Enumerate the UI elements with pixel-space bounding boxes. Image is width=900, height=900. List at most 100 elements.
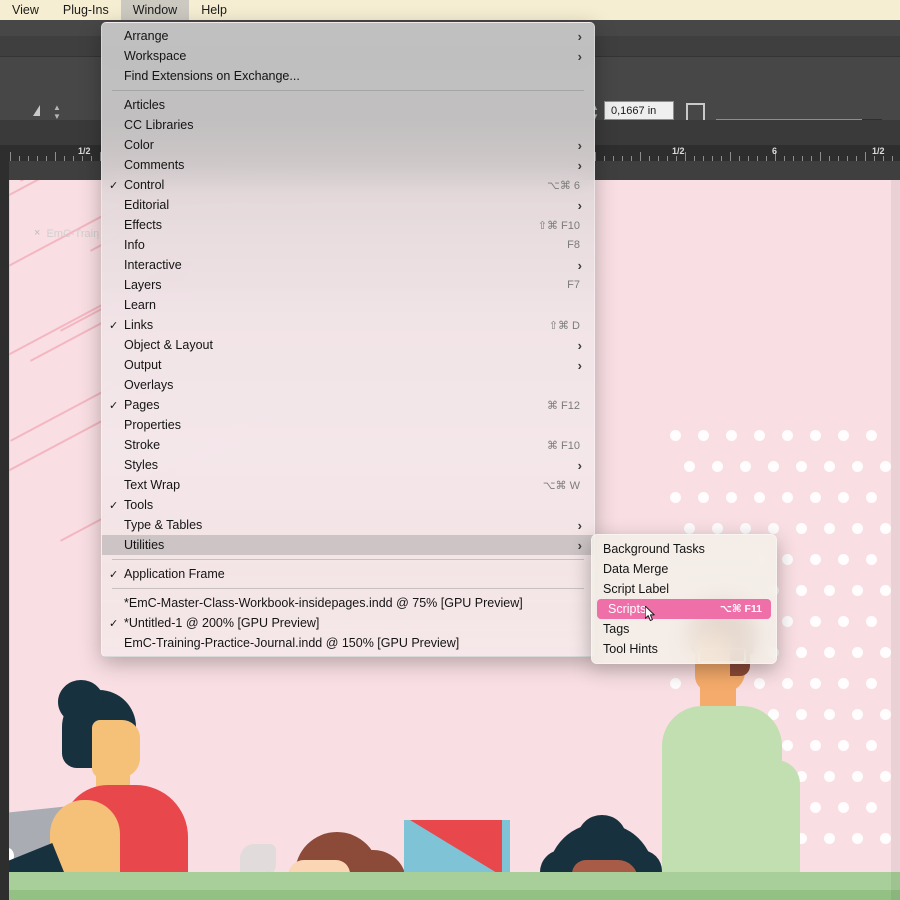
menu-item-output[interactable]: Output › [102,355,594,375]
pattern-dot [810,678,821,689]
menu-item-links[interactable]: ✓ Links ⇧⌘ D [102,315,594,335]
pattern-dot [796,461,807,472]
pattern-dot [796,709,807,720]
menu-item-info[interactable]: Info F8 [102,235,594,255]
menu-item-control[interactable]: ✓ Control ⌥⌘ 6 [102,175,594,195]
menu-item-label: Tools [124,498,154,512]
menu-item-cc-libraries[interactable]: CC Libraries [102,115,594,135]
submenu-item-tool-hints[interactable]: Tool Hints [592,639,776,659]
tab-label: EmC-Trainฺ [46,228,100,240]
menu-item-object-layout[interactable]: Object & Layout › [102,335,594,355]
menu-item-tools[interactable]: ✓ Tools [102,495,594,515]
menu-item-shortcut: ⇧⌘ D [548,319,580,332]
vertical-ruler[interactable] [0,160,9,900]
menu-item-label: Layers [124,278,162,292]
menu-item-learn[interactable]: Learn [102,295,594,315]
menubar-item-window[interactable]: Window [120,0,190,20]
ruler-label: 1/2 [672,146,685,156]
menubar-item-label: Plug-Ins [62,3,109,17]
pattern-dot [838,802,849,813]
menu-item-styles[interactable]: Styles › [102,455,594,475]
menu-item-label: Object & Layout [124,338,213,352]
menu-item-arrange[interactable]: Arrange › [102,26,594,46]
pattern-dot [824,709,835,720]
menu-item-color[interactable]: Color › [102,135,594,155]
checkmark-icon: ✓ [109,179,119,192]
menu-item-label: Utilities [124,538,165,552]
pattern-dot [824,523,835,534]
vertical-scrollbar[interactable] [891,160,900,900]
stroke-weight-field[interactable]: 0,1667 in [604,101,674,120]
pattern-dot [670,430,681,441]
menu-item-shortcut: ⌘ F10 [546,439,580,452]
menu-item-utilities[interactable]: Utilities › [102,535,594,555]
menu-item-label: Find Extensions on Exchange... [124,69,300,83]
menu-item-label: Comments [124,158,185,172]
pattern-dot [880,523,891,534]
submenu-item-script-label[interactable]: Script Label [592,579,776,599]
submenu-item-scripts[interactable]: Scripts ⌥⌘ F11 [597,599,771,619]
menubar-item-view[interactable]: View [0,0,51,20]
menu-separator [112,588,584,589]
menubar-item-label: Help [201,3,227,17]
menubar-item-label: View [12,3,39,17]
menu-item-label: Editorial [124,198,170,212]
checkmark-icon: ✓ [109,568,119,581]
chevron-right-icon: › [577,157,582,173]
menu-item-articles[interactable]: Articles [102,95,594,115]
menubar-item-label: Window [132,3,178,17]
pattern-dot [880,709,891,720]
menubar-item-plug-ins[interactable]: Plug-Ins [51,0,121,20]
person-red-dress-bun [58,680,104,724]
ruler-tick [730,152,731,161]
submenu-item-tags[interactable]: Tags [592,619,776,639]
chevron-right-icon: › [577,28,582,44]
menu-item-shortcut: F7 [567,279,580,291]
pattern-dot [698,430,709,441]
pattern-dot [810,430,821,441]
menu-item-emc-master-class-workbook-insidepages-indd-75-gpu-preview[interactable]: *EmC-Master-Class-Workbook-insidepages.i… [102,593,594,613]
checkmark-icon: ✓ [109,319,119,332]
menu-item-label: Interactive [124,258,182,272]
submenu-item-background-tasks[interactable]: Background Tasks [592,539,776,559]
ruler-tick [10,152,11,161]
menubar-item-help[interactable]: Help [189,0,239,20]
chevron-right-icon: › [577,48,582,64]
chevron-right-icon: › [577,137,582,153]
menu-item-layers[interactable]: Layers F7 [102,275,594,295]
menu-item-comments[interactable]: Comments › [102,155,594,175]
pattern-dot [754,492,765,503]
menu-item-stroke[interactable]: Stroke ⌘ F10 [102,435,594,455]
utilities-submenu[interactable]: Background Tasks Data Merge Script Label Sc… [591,534,777,664]
rotation-stepper[interactable]: ▲ ▼ [52,103,62,121]
menu-item-emc-training-practice-journal-indd-150-gpu-preview[interactable]: EmC-Training-Practice-Journal.indd @ 150… [102,633,594,653]
pattern-dot [810,492,821,503]
menu-item-untitled-1-200-gpu-preview[interactable]: ✓ *Untitled-1 @ 200% [GPU Preview] [102,613,594,633]
menu-item-application-frame[interactable]: ✓ Application Frame [102,564,594,584]
document-tab-active[interactable]: × EmC-Trainฺ [34,223,99,243]
menu-item-interactive[interactable]: Interactive › [102,255,594,275]
menu-item-find-extensions-on-exchange[interactable]: Find Extensions on Exchange... [102,66,594,86]
window-dropdown-menu[interactable]: Arrange › Workspace › Find Extensions on Exc… [101,22,595,657]
pattern-dot [866,616,877,627]
menu-item-pages[interactable]: ✓ Pages ⌘ F12 [102,395,594,415]
menu-item-type-tables[interactable]: Type & Tables › [102,515,594,535]
menu-item-shortcut: ⇧⌘ F10 [537,219,580,232]
ruler-label: 1/2 [872,146,885,156]
menu-item-workspace[interactable]: Workspace › [102,46,594,66]
pattern-dot [866,802,877,813]
rotation-angle-icon[interactable] [33,105,40,116]
menu-item-effects[interactable]: Effects ⇧⌘ F10 [102,215,594,235]
menu-item-shortcut: ⌘ F12 [546,399,580,412]
menu-item-properties[interactable]: Properties [102,415,594,435]
menu-bar: View Plug-Ins Window Help [0,0,900,20]
pattern-dot [824,647,835,658]
close-icon[interactable]: × [34,227,40,239]
menu-item-label: Learn [124,298,156,312]
submenu-item-shortcut: ⌥⌘ F11 [719,603,762,615]
menu-item-editorial[interactable]: Editorial › [102,195,594,215]
submenu-item-label: Data Merge [603,562,669,576]
menu-item-text-wrap[interactable]: Text Wrap ⌥⌘ W [102,475,594,495]
submenu-item-data-merge[interactable]: Data Merge [592,559,776,579]
menu-item-overlays[interactable]: Overlays [102,375,594,395]
